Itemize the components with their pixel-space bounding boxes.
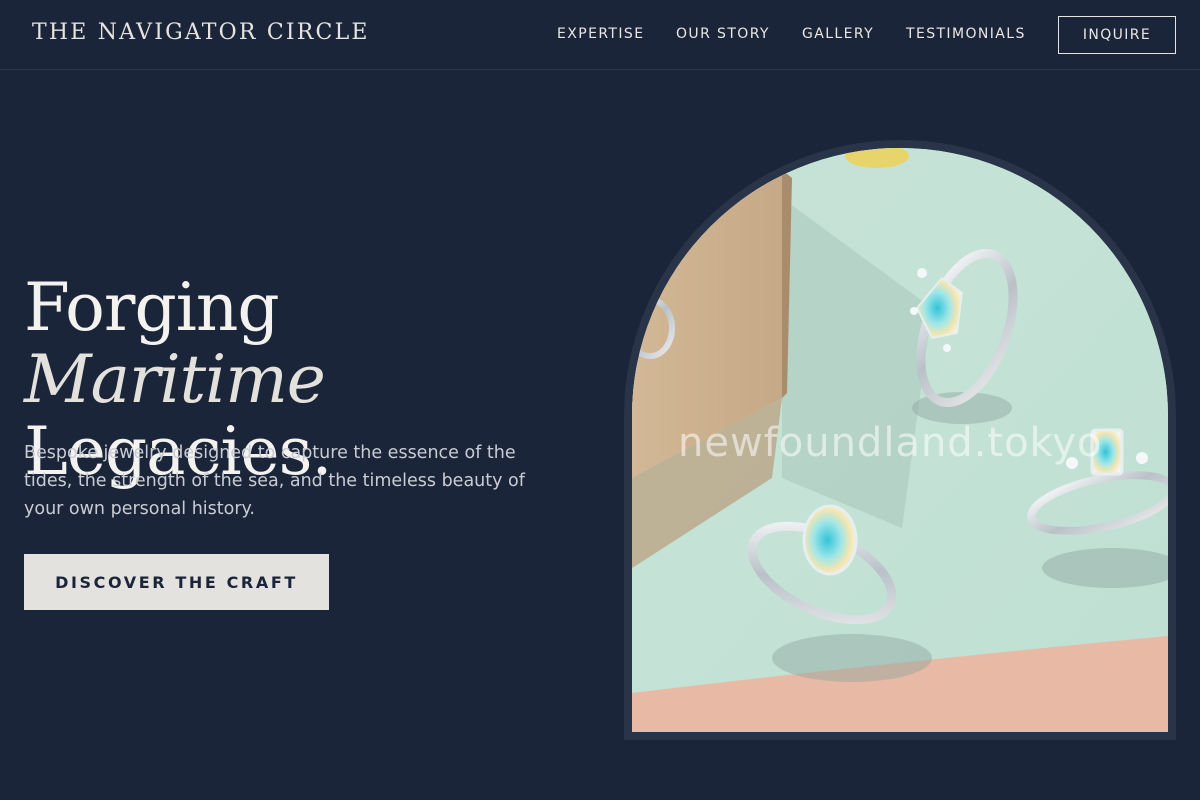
inquire-button[interactable]: INQUIRE — [1058, 16, 1176, 54]
nav-link-testimonials[interactable]: TESTIMONIALS — [906, 26, 1026, 42]
nav-link-our-story[interactable]: OUR STORY — [676, 26, 770, 42]
hero-image — [632, 148, 1168, 732]
nav-link-expertise[interactable]: EXPERTISE — [557, 26, 644, 42]
hero-title-accent: Maritime — [24, 341, 326, 418]
hero-description: Bespoke jewelry designed to capture the … — [24, 443, 525, 519]
nav-link-gallery[interactable]: GALLERY — [802, 26, 874, 42]
main-nav: EXPERTISE OUR STORY GALLERY TESTIMONIALS — [0, 0, 1200, 70]
discover-craft-button[interactable]: DISCOVER THE CRAFT — [24, 554, 329, 610]
site-header: THE NAVIGATOR CIRCLE EXPERTISE OUR STORY… — [0, 0, 1200, 70]
hero-title-part1: Forging — [24, 269, 280, 346]
rings-photo — [632, 148, 1168, 732]
